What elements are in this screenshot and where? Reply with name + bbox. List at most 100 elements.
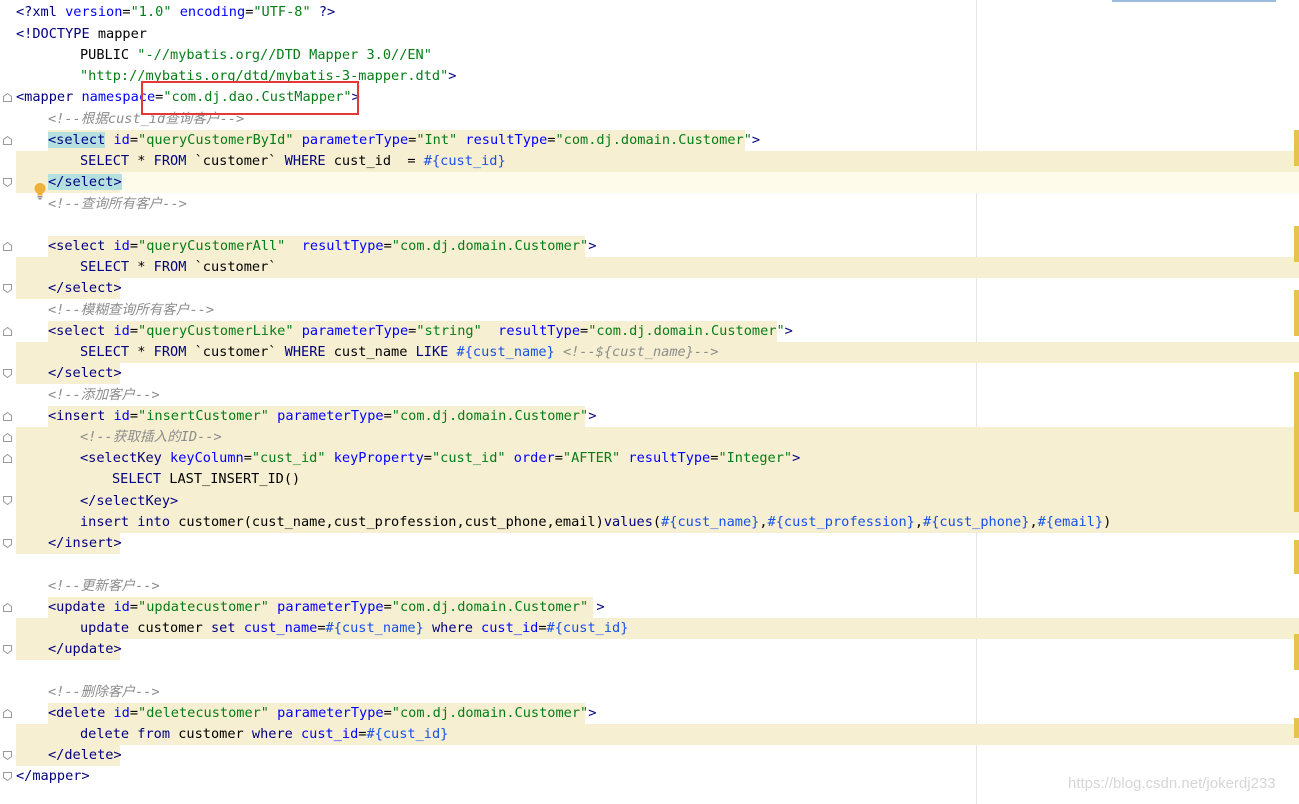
code-token: SELECT	[80, 344, 130, 360]
code-line-sql[interactable]: insert into customer(cust_name,cust_prof…	[16, 512, 1111, 533]
code-line-delete-open[interactable]: <delete id="deletecustomer" parameterTyp…	[16, 703, 596, 724]
fold-icon[interactable]	[3, 645, 12, 654]
code-token: parameterType	[293, 132, 409, 148]
code-line-select-close[interactable]: </select>	[16, 278, 122, 299]
fold-icon[interactable]	[3, 369, 12, 378]
code-token: FROM	[153, 153, 187, 169]
scrollbar-thumb[interactable]	[1112, 0, 1276, 2]
error-stripe-marker[interactable]	[1294, 540, 1299, 574]
code-line-select-close[interactable]: </select>	[16, 363, 122, 384]
code-line-sql[interactable]: SELECT LAST_INSERT_ID()	[16, 469, 300, 490]
code-line-comment[interactable]: <!--模糊查询所有客户-->	[16, 300, 214, 321]
error-stripe-marker[interactable]	[1294, 226, 1299, 262]
code-token: </mapper	[16, 768, 82, 784]
code-token: "com.dj.domain.Customer"	[391, 238, 589, 254]
code-token: from	[137, 726, 171, 742]
code-token: parameterType	[269, 408, 384, 424]
code-token: version	[56, 4, 123, 20]
error-stripe-marker[interactable]	[1294, 290, 1299, 336]
code-token: SELECT	[112, 471, 162, 487]
code-line-sql[interactable]: SELECT * FROM `customer` WHERE cust_id =…	[16, 151, 506, 172]
fold-icon[interactable]	[3, 454, 12, 463]
code-token: <select	[48, 238, 106, 254]
code-line-delete-close[interactable]: </delete>	[16, 745, 122, 766]
code-line-comment[interactable]: <!--添加客户-->	[16, 385, 160, 406]
fold-icon[interactable]	[3, 412, 12, 421]
code-line-select-open[interactable]: <select id="queryCustomerById" parameter…	[16, 130, 760, 151]
code-token: values	[603, 514, 653, 530]
code-token: =	[129, 408, 139, 424]
code-token: >	[588, 705, 597, 721]
fold-icon[interactable]	[3, 496, 12, 505]
code-line-doctype-public[interactable]: PUBLIC "-//mybatis.org//DTD Mapper 3.0//…	[16, 45, 432, 66]
code-token: >	[596, 599, 605, 615]
code-line-comment[interactable]: <!--获取插入的ID-->	[16, 427, 222, 448]
code-token: "com.dj.domain.Customer"	[391, 599, 589, 615]
code-line-sql[interactable]: update customer set cust_name=#{cust_nam…	[16, 618, 628, 639]
code-token: cust_name	[235, 620, 318, 636]
code-token: SELECT	[80, 153, 130, 169]
code-token: id	[105, 408, 130, 424]
code-token: =	[383, 705, 392, 721]
error-stripe-marker[interactable]	[1294, 130, 1299, 166]
code-line-comment[interactable]: <!--更新客户-->	[16, 576, 160, 597]
fold-icon[interactable]	[3, 242, 12, 251]
code-token: LAST_INSERT_ID()	[161, 471, 301, 487]
code-line-comment[interactable]: <!--删除客户-->	[16, 682, 160, 703]
fold-icon[interactable]	[3, 327, 12, 336]
code-line-sql[interactable]: SELECT * FROM `customer` WHERE cust_name…	[16, 342, 718, 363]
code-line-selectkey-open[interactable]: <selectKey keyColumn="cust_id" keyProper…	[16, 448, 800, 469]
fold-icon[interactable]	[3, 93, 12, 102]
code-line-select-close[interactable]: </select>	[16, 172, 122, 193]
code-token: =	[383, 599, 392, 615]
code-token: <update	[48, 599, 106, 615]
error-stripe-marker[interactable]	[1294, 718, 1299, 738]
fold-icon[interactable]	[3, 284, 12, 293]
code-token: <!--添加客户-->	[48, 387, 160, 403]
caret-row-highlight	[16, 172, 1299, 193]
code-line-comment[interactable]: <!--查询所有客户-->	[16, 194, 187, 215]
code-token: into	[137, 514, 171, 530]
code-line-sql[interactable]: SELECT * FROM `customer`	[16, 257, 276, 278]
fold-icon[interactable]	[3, 772, 12, 781]
code-token: <!--查询所有客户-->	[48, 196, 187, 212]
code-line-select-open[interactable]: <select id="queryCustomerAll" resultType…	[16, 236, 596, 257]
fold-icon[interactable]	[3, 433, 12, 442]
code-line-selectkey-close[interactable]: </selectKey>	[16, 491, 178, 512]
code-line-insert-open[interactable]: <insert id="insertCustomer" parameterTyp…	[16, 406, 596, 427]
fold-icon[interactable]	[3, 539, 12, 548]
code-line-select-open[interactable]: <select id="queryCustomerLike" parameter…	[16, 321, 793, 342]
code-token: cust_name	[325, 344, 416, 360]
code-line-mapper-close[interactable]: </mapper>	[16, 766, 90, 787]
code-line-sql[interactable]: delete from customer where cust_id=#{cus…	[16, 724, 448, 745]
editor-gutter[interactable]	[0, 0, 16, 804]
code-token: parameterType	[269, 599, 384, 615]
fold-icon[interactable]	[3, 178, 12, 187]
code-token: order	[505, 450, 555, 466]
error-stripe-marker[interactable]	[1294, 634, 1299, 670]
code-token: where	[431, 620, 473, 636]
code-token: "com.dj.domain.Customer"	[391, 705, 589, 721]
code-token: <!--获取插入的ID-->	[80, 429, 222, 445]
error-stripe-marker[interactable]	[1294, 372, 1299, 512]
code-token: cust_id	[472, 620, 539, 636]
code-line-doctype[interactable]: <!DOCTYPE mapper	[16, 24, 147, 45]
fold-icon[interactable]	[3, 603, 12, 612]
code-line-update-open[interactable]: <update id="updatecustomer" parameterTyp…	[16, 597, 605, 618]
code-token: =	[129, 705, 139, 721]
code-token: "queryCustomerById"	[138, 132, 294, 148]
code-token: </select	[48, 280, 114, 296]
code-token: mapper	[89, 26, 147, 42]
code-token: #{cust_id}	[423, 153, 506, 169]
fold-icon[interactable]	[3, 751, 12, 760]
code-token: SELECT	[80, 259, 130, 275]
fold-icon[interactable]	[3, 709, 12, 718]
code-line-xml-declaration[interactable]: <?xml version="1.0" encoding="UTF-8" ?>	[16, 2, 335, 23]
code-line-update-close[interactable]: </update>	[16, 639, 122, 660]
fold-icon[interactable]	[3, 136, 12, 145]
code-line-insert-close[interactable]: </insert>	[16, 533, 122, 554]
